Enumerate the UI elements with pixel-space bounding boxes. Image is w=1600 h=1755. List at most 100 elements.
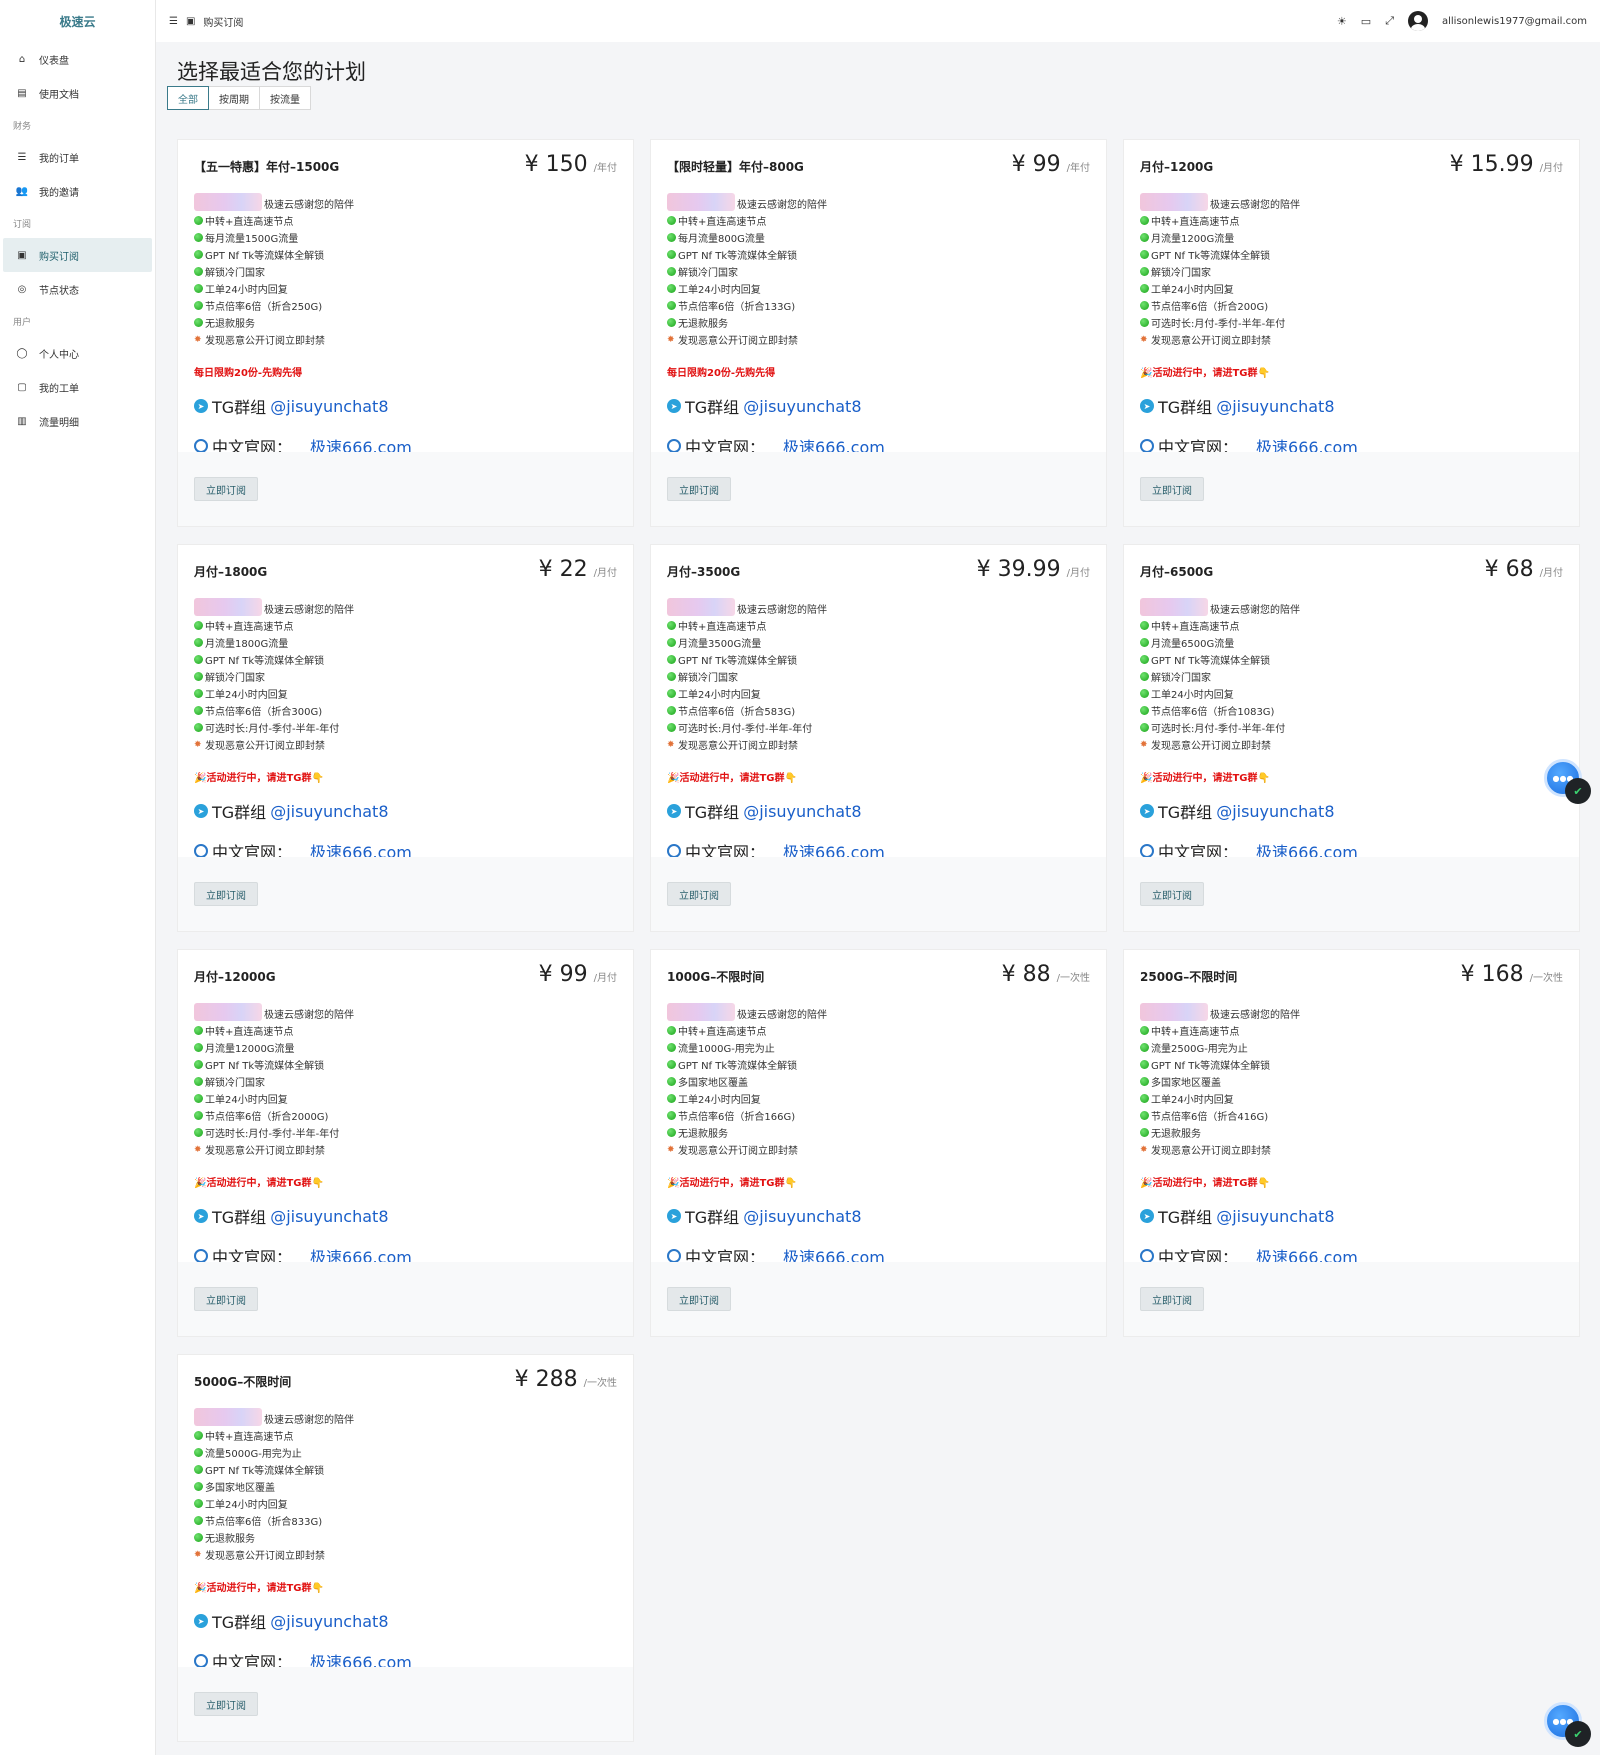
banner-image — [1140, 598, 1208, 616]
tg-link[interactable]: @jisuyunchat8 — [270, 1612, 388, 1631]
fullscreen-icon[interactable]: ⤢ — [1385, 14, 1394, 28]
tg-link[interactable]: @jisuyunchat8 — [743, 397, 861, 416]
green-dot-icon — [1140, 655, 1149, 664]
filter-all[interactable]: 全部 — [167, 86, 209, 110]
feature-item: 节点倍率6倍（折合2000G) — [194, 1107, 617, 1124]
tg-link[interactable]: @jisuyunchat8 — [270, 802, 388, 821]
plan-price: ¥ 22/月付 — [539, 557, 617, 582]
tg-group-row: ➤ TG群组 @jisuyunchat8 — [1140, 394, 1563, 418]
feature-text: 中转+直连高速节点 — [1151, 1027, 1240, 1038]
plan-card: 月付–3500G ¥ 39.99/月付 极速云感谢您的陪伴 中转+直连高速节点 月流量3… — [650, 544, 1107, 932]
sidebar-item-dashboard[interactable]: ⌂ 仪表盘 — [0, 42, 155, 76]
plan-price: ¥ 88/一次性 — [1002, 962, 1090, 987]
tg-link[interactable]: @jisuyunchat8 — [1216, 397, 1334, 416]
sidebar-item-docs[interactable]: ▤ 使用文档 — [0, 76, 155, 110]
promo-notice-text: 每日限购20份-先购先得 — [194, 368, 303, 379]
feature-text: GPT Nf Tk等流媒体全解锁 — [678, 251, 798, 262]
green-dot-icon — [667, 638, 676, 647]
burst-icon: ✸ — [1140, 1144, 1148, 1155]
feature-text: 节点倍率6倍（折合166G) — [678, 1112, 796, 1123]
filter-traffic[interactable]: 按流量 — [259, 86, 311, 110]
green-dot-icon — [1140, 284, 1149, 293]
price-period: /年付 — [593, 163, 617, 174]
feature-text: 发现恶意公开订阅立即封禁 — [1151, 336, 1271, 347]
feature-text: 中转+直连高速节点 — [205, 217, 294, 228]
green-dot-icon — [194, 706, 203, 715]
list-icon: ☰ — [17, 151, 27, 163]
green-dot-icon — [194, 1533, 203, 1542]
sidebar-item-orders[interactable]: ☰ 我的订单 — [0, 140, 155, 174]
banner-image — [1140, 193, 1208, 211]
feature-item: 可选时长:月付-季付-半年-年付 — [1140, 314, 1563, 331]
sidebar-item-invites[interactable]: 👥 我的邀请 — [0, 174, 155, 208]
subscribe-button[interactable]: 立即订阅 — [194, 1692, 258, 1716]
plan-card: 【五一特惠】年付–1500G ¥ 150/年付 极速云感谢您的陪伴 中转+直连高速节点… — [177, 139, 634, 527]
language-icon[interactable]: ▭ — [1361, 15, 1371, 28]
shield-check-icon[interactable]: ✔ — [1565, 778, 1591, 804]
green-dot-icon — [194, 1431, 203, 1440]
tg-link[interactable]: @jisuyunchat8 — [270, 397, 388, 416]
feature-item: 无退款服务 — [1140, 1124, 1563, 1141]
subscribe-button[interactable]: 立即订阅 — [194, 1287, 258, 1311]
price-period: /年付 — [1066, 163, 1090, 174]
price-period: /月付 — [1539, 163, 1563, 174]
subscribe-button[interactable]: 立即订阅 — [194, 882, 258, 906]
tg-group-row: ➤ TG群组 @jisuyunchat8 — [667, 799, 1090, 823]
thanks-banner: 极速云感谢您的陪伴 — [667, 191, 1090, 211]
green-dot-icon — [667, 318, 676, 327]
plan-price: ¥ 39.99/月付 — [977, 557, 1090, 582]
feature-text: 工单24小时内回复 — [678, 1095, 761, 1106]
shield-check-icon[interactable]: ✔ — [1565, 1721, 1591, 1747]
feature-item: 中转+直连高速节点 — [1140, 212, 1563, 229]
thanks-banner: 极速云感谢您的陪伴 — [667, 1001, 1090, 1021]
tg-group-row: ➤ TG群组 @jisuyunchat8 — [1140, 1204, 1563, 1228]
green-dot-icon — [194, 284, 203, 293]
subscribe-button[interactable]: 立即订阅 — [667, 882, 731, 906]
subscribe-button[interactable]: 立即订阅 — [1140, 477, 1204, 501]
feature-text: GPT Nf Tk等流媒体全解锁 — [205, 1061, 325, 1072]
party-icon: 🎉 — [1140, 773, 1153, 784]
feature-item: 工单24小时内回复 — [1140, 685, 1563, 702]
avatar[interactable] — [1408, 11, 1428, 31]
tg-link[interactable]: @jisuyunchat8 — [743, 1207, 861, 1226]
feature-item: GPT Nf Tk等流媒体全解锁 — [667, 1056, 1090, 1073]
tg-link[interactable]: @jisuyunchat8 — [270, 1207, 388, 1226]
party-icon: 🎉 — [1140, 1178, 1153, 1189]
globe-icon — [667, 844, 681, 858]
plan-card: 【限时轻量】年付–800G ¥ 99/年付 极速云感谢您的陪伴 中转+直连高速节点 每月… — [650, 139, 1107, 527]
feature-text: GPT Nf Tk等流媒体全解锁 — [1151, 1061, 1271, 1072]
tg-link[interactable]: @jisuyunchat8 — [1216, 802, 1334, 821]
telegram-icon: ➤ — [667, 1209, 681, 1223]
feature-item: 流量1000G-用完为止 — [667, 1039, 1090, 1056]
brand-logo[interactable]: 极速云 — [0, 0, 155, 42]
subscribe-button[interactable]: 立即订阅 — [1140, 882, 1204, 906]
plan-card: 5000G–不限时间 ¥ 288/一次性 极速云感谢您的陪伴 中转+直连高速节点 流量5… — [177, 1354, 634, 1742]
sidebar-item-profile[interactable]: ◯ 个人中心 — [0, 336, 155, 370]
feature-item: GPT Nf Tk等流媒体全解锁 — [194, 651, 617, 668]
feature-text: 可选时长:月付-季付-半年-年付 — [678, 724, 813, 735]
user-email[interactable]: allisonlewis1977@gmail.com — [1442, 16, 1587, 27]
tg-link[interactable]: @jisuyunchat8 — [743, 802, 861, 821]
subscribe-button[interactable]: 立即订阅 — [667, 1287, 731, 1311]
sidebar-item-traffic[interactable]: ▥ 流量明细 — [0, 404, 155, 438]
subscribe-button[interactable]: 立即订阅 — [667, 477, 731, 501]
menu-toggle-icon[interactable]: ☰ — [169, 16, 178, 27]
plan-card: 2500G–不限时间 ¥ 168/一次性 极速云感谢您的陪伴 中转+直连高速节点 流量2… — [1123, 949, 1580, 1337]
plan-price: ¥ 15.99/月付 — [1450, 152, 1563, 177]
feature-text: 流量2500G-用完为止 — [1151, 1044, 1248, 1055]
plan-card-body: 月付–12000G ¥ 99/月付 极速云感谢您的陪伴 中转+直连高速节点 月流量120… — [178, 950, 633, 1267]
feature-item: GPT Nf Tk等流媒体全解锁 — [194, 1461, 617, 1478]
filter-period[interactable]: 按周期 — [208, 86, 260, 110]
nav-section-user: 用户 — [13, 317, 32, 328]
sidebar-item-buy[interactable]: ▣ 购买订阅 — [3, 238, 152, 272]
subscribe-button[interactable]: 立即订阅 — [1140, 1287, 1204, 1311]
feature-text: 工单24小时内回复 — [205, 1500, 288, 1511]
pointing-hand-icon: 👇 — [1257, 1178, 1270, 1189]
feature-item: 解锁冷门国家 — [194, 668, 617, 685]
theme-toggle-icon[interactable]: ☀ — [1337, 15, 1347, 28]
feature-text: 月流量3500G流量 — [678, 639, 762, 650]
tg-link[interactable]: @jisuyunchat8 — [1216, 1207, 1334, 1226]
sidebar-item-tickets[interactable]: ▢ 我的工单 — [0, 370, 155, 404]
sidebar-item-nodes[interactable]: ◎ 节点状态 — [0, 272, 155, 306]
subscribe-button[interactable]: 立即订阅 — [194, 477, 258, 501]
